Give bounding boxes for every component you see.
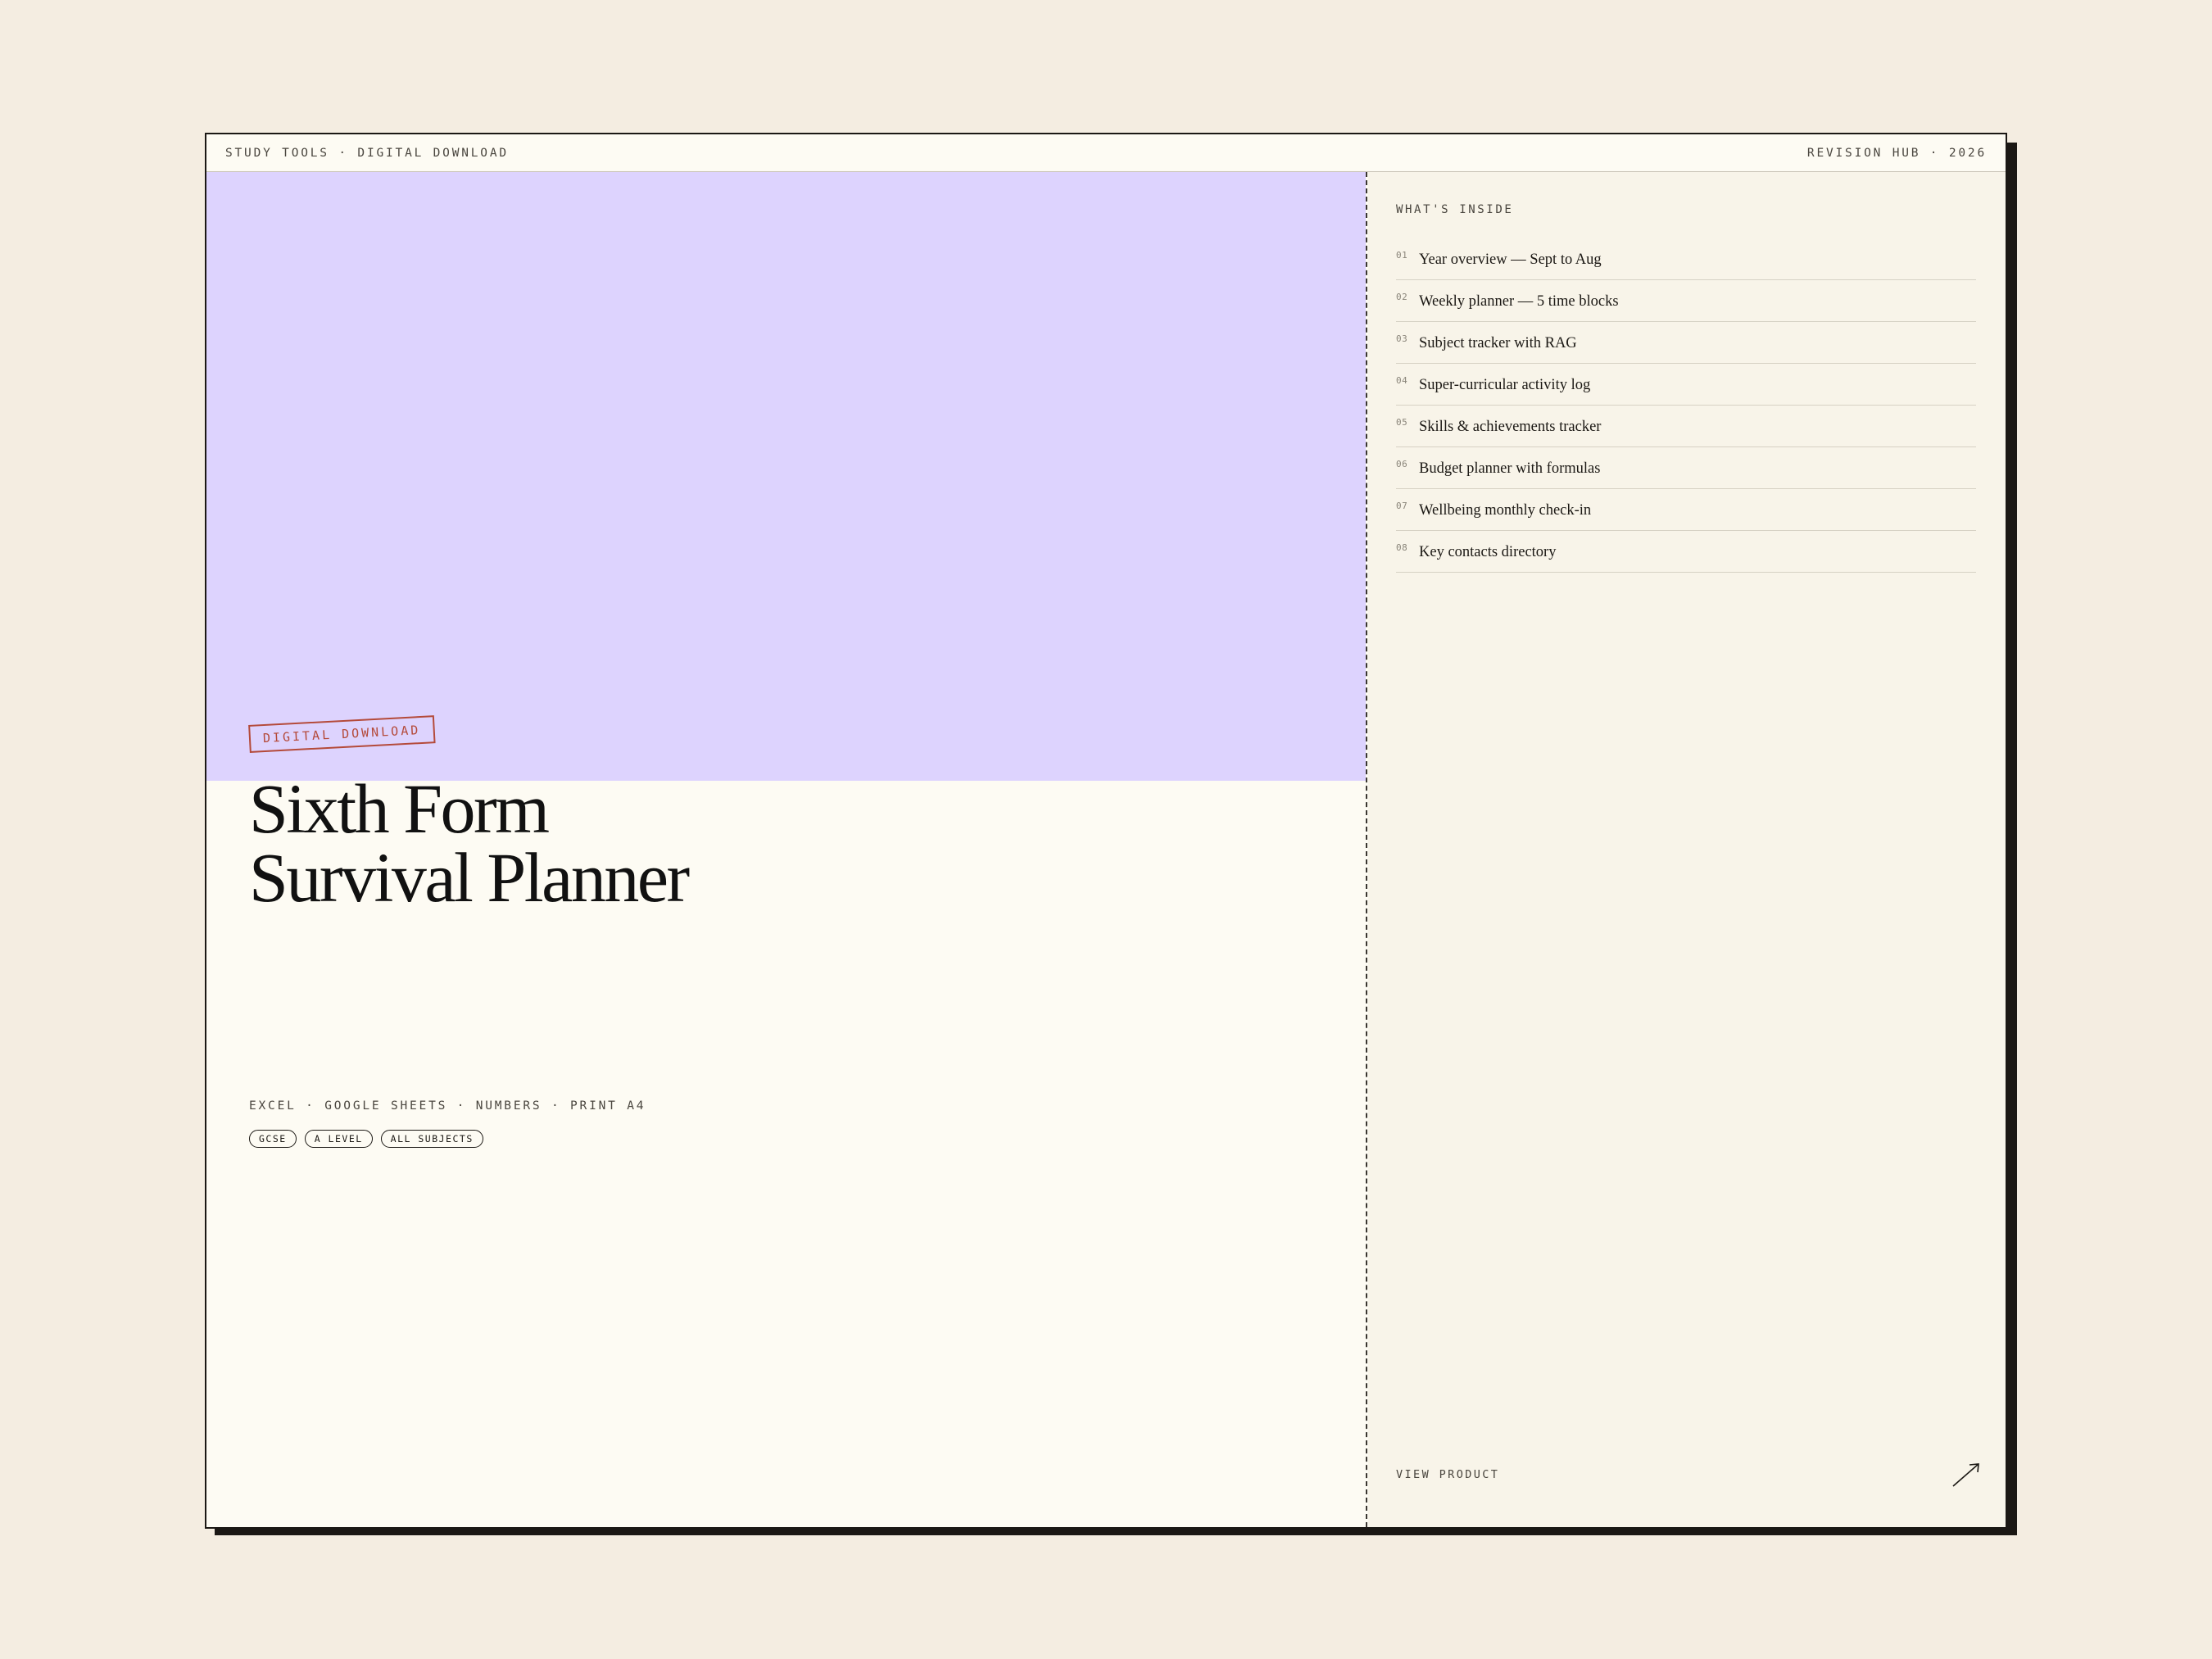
list-item: 03 Subject tracker with RAG xyxy=(1396,322,1976,364)
item-label: Subject tracker with RAG xyxy=(1419,335,1577,351)
list-item: 04 Super-curricular activity log xyxy=(1396,364,1976,406)
contents-list: 01 Year overview — Sept to Aug 02 Weekly… xyxy=(1396,238,1976,573)
product-card: STUDY TOOLS · DIGITAL DOWNLOAD REVISION … xyxy=(205,133,2007,1529)
item-label: Wellbeing monthly check-in xyxy=(1419,502,1592,519)
item-number: 05 xyxy=(1396,417,1408,428)
item-number: 02 xyxy=(1396,292,1408,302)
item-number: 01 xyxy=(1396,250,1408,261)
list-item: 01 Year overview — Sept to Aug xyxy=(1396,238,1976,280)
header-brand: REVISION HUB · 2026 xyxy=(1806,147,1987,160)
item-label: Budget planner with formulas xyxy=(1419,460,1601,477)
tag-all-subjects: ALL SUBJECTS xyxy=(380,1130,483,1148)
item-label: Weekly planner — 5 time blocks xyxy=(1419,293,1619,310)
item-number: 03 xyxy=(1396,333,1408,344)
dashed-divider xyxy=(1366,172,1367,1527)
product-formats: EXCEL · GOOGLE SHEETS · NUMBERS · PRINT … xyxy=(249,1099,646,1113)
tag-list: GCSE A LEVEL ALL SUBJECTS xyxy=(249,1130,483,1148)
list-item: 05 Skills & achievements tracker xyxy=(1396,406,1976,447)
item-label: Key contacts directory xyxy=(1419,544,1557,560)
list-item: 08 Key contacts directory xyxy=(1396,531,1976,573)
list-item: 02 Weekly planner — 5 time blocks xyxy=(1396,280,1976,322)
product-title-line-1: Sixth Form xyxy=(249,769,550,848)
item-number: 07 xyxy=(1396,501,1408,511)
product-hero: DIGITAL DOWNLOAD Sixth Form Survival Pla… xyxy=(206,172,1366,1527)
item-label: Year overview — Sept to Aug xyxy=(1419,252,1602,268)
whats-inside-heading: WHAT'S INSIDE xyxy=(1396,203,1514,216)
tag-gcse: GCSE xyxy=(249,1130,297,1148)
header-category: STUDY TOOLS · DIGITAL DOWNLOAD xyxy=(225,147,509,160)
product-title: Sixth Form Survival Planner xyxy=(249,769,690,917)
tag-a-level: A LEVEL xyxy=(304,1130,373,1148)
list-item: 07 Wellbeing monthly check-in xyxy=(1396,489,1976,531)
card-header: STUDY TOOLS · DIGITAL DOWNLOAD REVISION … xyxy=(206,134,2006,172)
view-product-link[interactable]: VIEW PRODUCT xyxy=(1396,1468,1499,1481)
item-label: Super-curricular activity log xyxy=(1419,377,1591,393)
item-number: 08 xyxy=(1396,542,1408,553)
arrow-up-right-icon[interactable] xyxy=(1951,1462,1981,1488)
item-label: Skills & achievements tracker xyxy=(1419,419,1602,435)
item-number: 06 xyxy=(1396,459,1408,469)
contents-panel: WHAT'S INSIDE 01 Year overview — Sept to… xyxy=(1368,172,2006,1527)
list-item: 06 Budget planner with formulas xyxy=(1396,447,1976,489)
hero-color-block xyxy=(206,172,1366,781)
item-number: 04 xyxy=(1396,375,1408,386)
product-title-line-2: Survival Planner xyxy=(249,838,690,917)
